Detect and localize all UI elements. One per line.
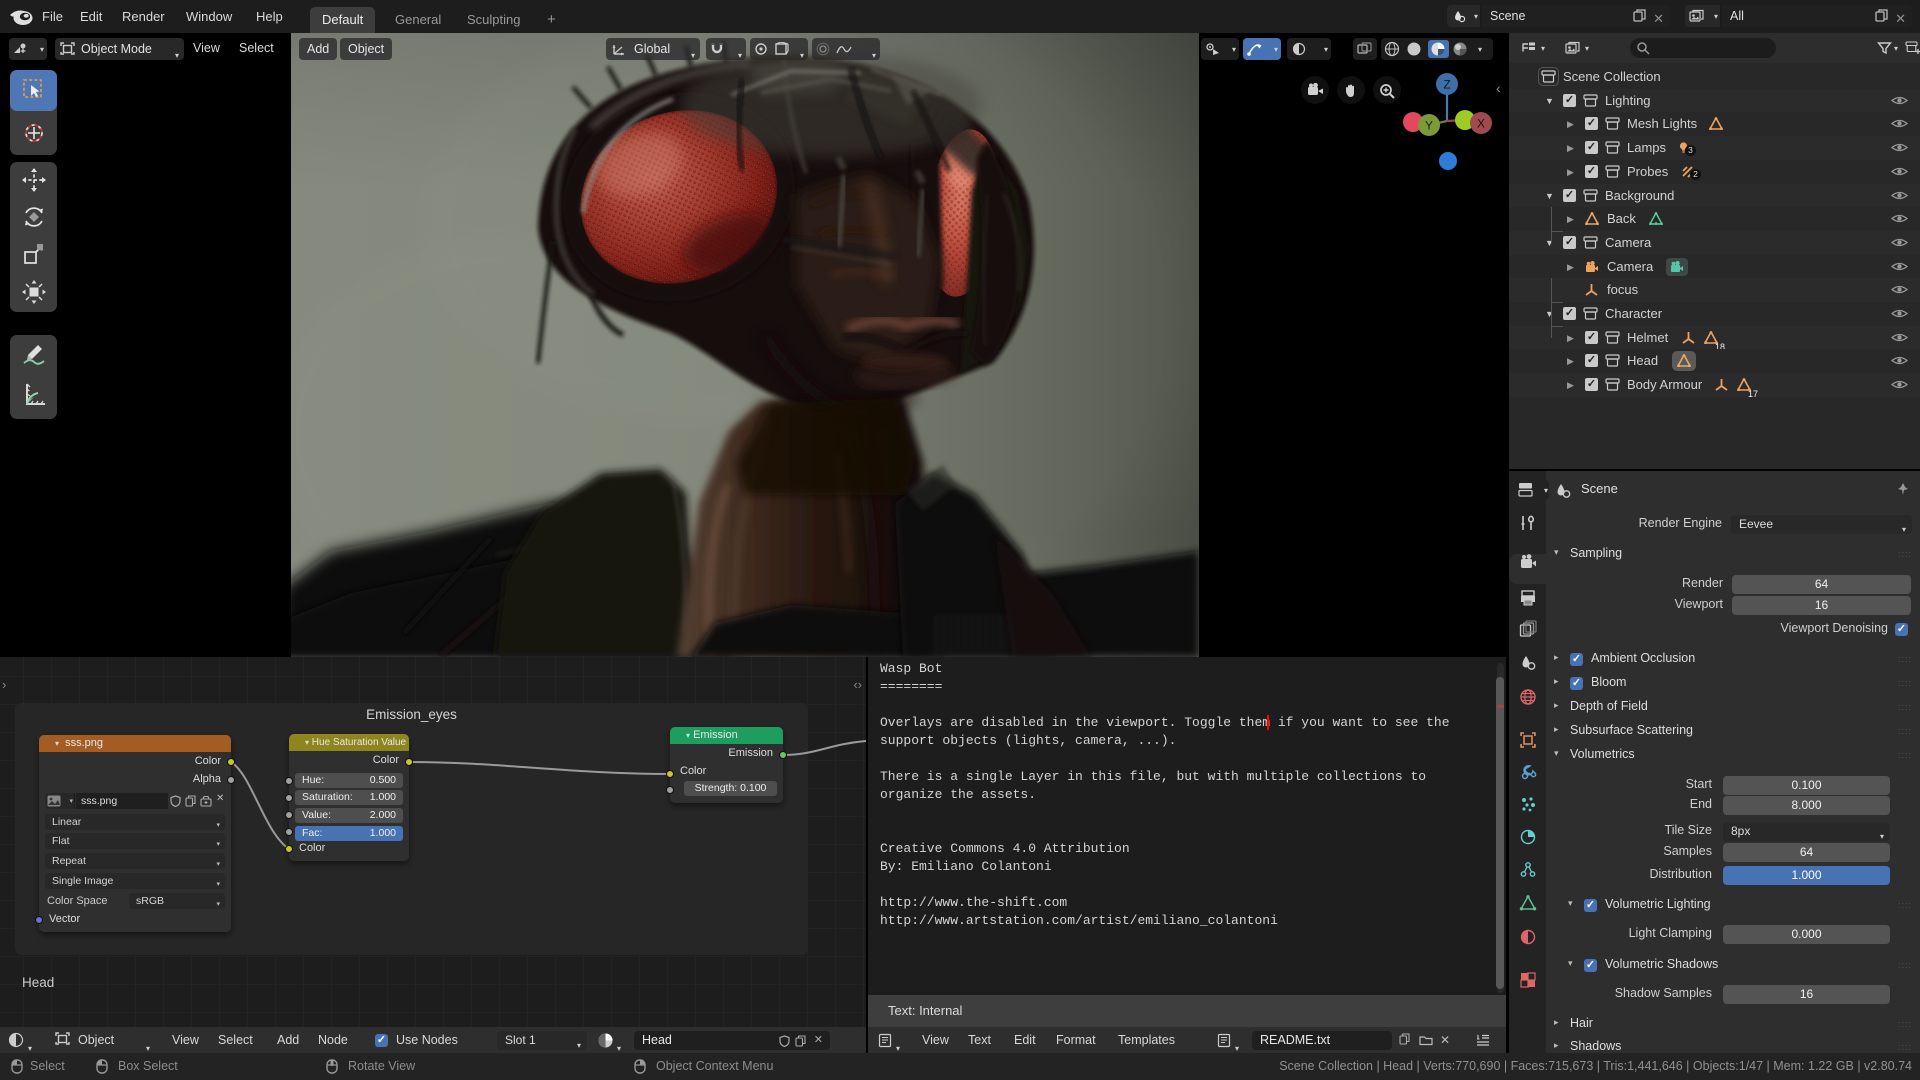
svg-text:Z: Z bbox=[1443, 78, 1450, 92]
svg-text:Y: Y bbox=[1425, 119, 1433, 133]
svg-text:X: X bbox=[1477, 117, 1485, 131]
